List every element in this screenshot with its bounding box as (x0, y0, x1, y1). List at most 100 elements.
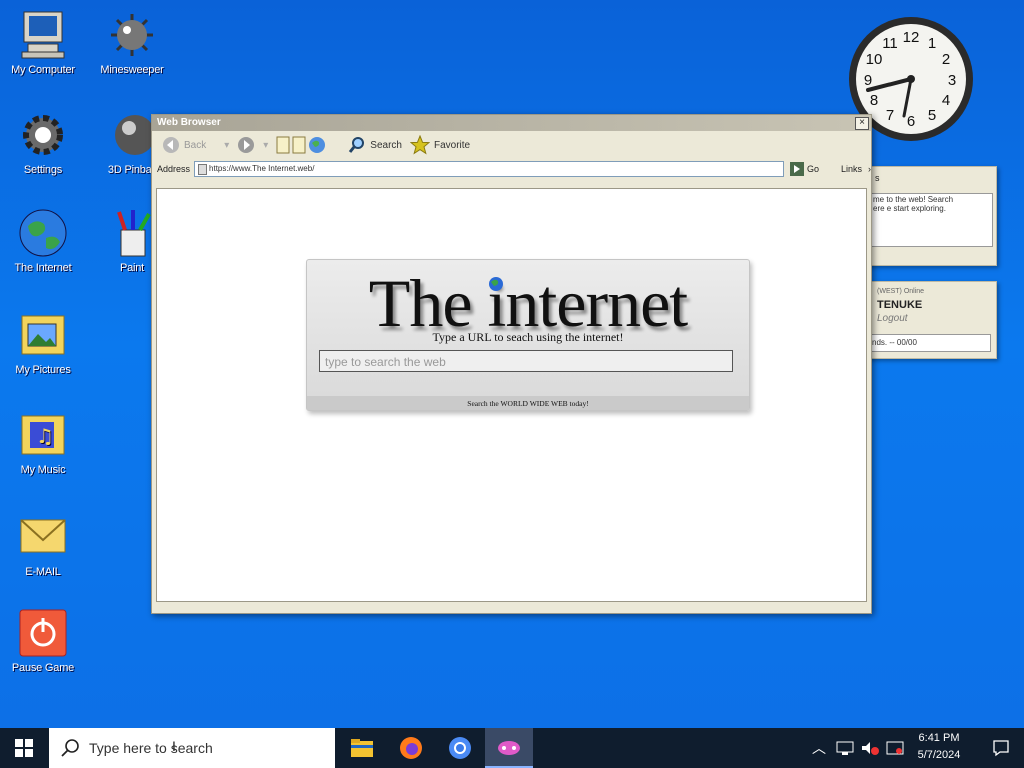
address-label: Address (157, 164, 191, 174)
folder-icon (351, 739, 373, 757)
search-button[interactable]: Search (348, 136, 402, 154)
start-button[interactable] (0, 728, 48, 768)
browser-title: Web Browser (157, 117, 221, 128)
chevron-up-icon[interactable]: ︿ (812, 738, 826, 758)
notification-icon (993, 740, 1009, 757)
search-icon (349, 137, 365, 153)
browser-window[interactable]: Web Browser × Back ▾ ▾ Search Favorite A… (151, 114, 872, 614)
file-explorer-app[interactable] (338, 728, 386, 768)
web-search-input[interactable]: type to search the web (319, 350, 733, 372)
account-widget[interactable]: (WEST) Online TENUKE Logout nds. -- 00/0… (864, 281, 997, 359)
browser-viewport[interactable]: The internet Type a URL to seach using t… (156, 188, 867, 602)
desktop-icon-label: Pause Game (11, 662, 75, 674)
back-label: Back (184, 139, 207, 151)
back-button[interactable]: Back ▾ (162, 136, 229, 154)
taskbar-search-placeholder: Type here to search (89, 740, 213, 756)
firefox-app[interactable] (387, 728, 435, 768)
account-status-small: (WEST) Online (877, 288, 925, 295)
copy-page-button[interactable] (292, 136, 306, 154)
page-button[interactable] (276, 136, 290, 154)
account-status-field: nds. -- 00/00 (871, 334, 991, 352)
globe-dot-icon (489, 277, 503, 291)
desktop-icon-label: The Internet (14, 262, 72, 274)
chevron-right-icon: › (868, 164, 871, 174)
chrome-icon (449, 737, 471, 759)
page-footer: Search the WORLD WIDE WEB today! (307, 396, 749, 410)
clock-number: 3 (948, 72, 956, 89)
forward-dropdown-icon: ▾ (263, 139, 269, 151)
gear-icon (18, 110, 68, 160)
address-value: https://www.The Internet.web/ (209, 164, 315, 173)
desktop-icon-label: 3D Pinball (107, 164, 157, 176)
close-button[interactable]: × (855, 117, 869, 130)
clock-number: 7 (886, 107, 894, 124)
notification-button[interactable] (978, 728, 1024, 768)
firefox-icon (400, 737, 422, 759)
game-controller-icon (498, 741, 520, 755)
desktop-icon-label: My Computer (11, 64, 75, 76)
globe-button[interactable] (308, 136, 326, 154)
search-label: Search (370, 139, 402, 151)
envelope-icon (18, 512, 68, 562)
desktop-icon-label: E-MAIL (25, 566, 61, 578)
clock-number: 12 (903, 29, 920, 46)
page-subtitle: Type a URL to seach using the internet! (432, 330, 624, 344)
desktop-icon-my-pictures[interactable]: My Pictures (0, 310, 88, 376)
clock-area[interactable]: 6:41 PM 5/7/2024 (905, 730, 973, 766)
desktop-icon-email[interactable]: E-MAIL (0, 512, 88, 578)
desktop-icon-label: My Music (20, 464, 66, 476)
notes-widget[interactable]: s me to the web! Search ere e start expl… (864, 166, 997, 266)
clock-number: 5 (928, 107, 936, 124)
page-copy-icon (292, 136, 306, 154)
clock-number: 2 (942, 51, 950, 68)
forward-button[interactable]: ▾ (237, 136, 268, 154)
taskbar-time: 6:41 PM (918, 732, 960, 744)
browser-toolbar: Back ▾ ▾ Search Favorite (152, 131, 871, 159)
windows-logo-icon (15, 739, 33, 757)
page-icon (276, 136, 290, 154)
desktop-icon-my-computer[interactable]: My Computer (0, 10, 88, 76)
taskbar: Type here to search ︿ 6:41 PM 5/7/2024 I (0, 728, 1024, 768)
clock-number: 9 (864, 72, 872, 89)
links-label: Links (840, 164, 862, 174)
mine-icon (107, 10, 157, 60)
globe-small-icon (309, 137, 326, 153)
go-button[interactable]: Go (789, 162, 819, 176)
desktop-icon-minesweeper[interactable]: Minesweeper (87, 10, 177, 76)
network-icon[interactable] (836, 740, 854, 756)
mouse-cursor-icon: I (172, 738, 176, 754)
desktop-icon-the-internet[interactable]: The Internet (0, 208, 88, 274)
svg-text:♫: ♫ (36, 424, 54, 448)
clock-number: 6 (907, 113, 915, 130)
clock-number: 11 (882, 35, 898, 52)
search-magnifier-icon (61, 739, 79, 757)
desktop-icon-pause-game[interactable]: Pause Game (0, 608, 88, 674)
clock-number: 1 (928, 35, 936, 52)
forward-arrow-icon (238, 137, 255, 153)
taskbar-search-box[interactable]: Type here to search (49, 728, 335, 768)
favorite-label: Favorite (433, 139, 471, 151)
logout-link[interactable]: Logout (877, 313, 908, 324)
paint-icon (107, 208, 157, 258)
address-bar: Address https://www.The Internet.web/ Go… (152, 159, 871, 179)
go-label: Go (806, 164, 819, 174)
desktop-icon-label: Paint (119, 262, 145, 274)
search-portal-card: The internet Type a URL to seach using t… (306, 259, 750, 411)
desktop-icon-my-music[interactable]: ♫ My Music (0, 410, 88, 476)
game-app[interactable] (485, 728, 533, 768)
chrome-app[interactable] (436, 728, 484, 768)
star-icon (409, 135, 430, 155)
volume-muted-icon[interactable] (860, 740, 880, 756)
page-small-icon (198, 164, 208, 175)
notes-widget-text[interactable]: me to the web! Search ere e start explor… (871, 193, 993, 247)
browser-titlebar[interactable]: Web Browser (152, 115, 871, 131)
keyboard-icon[interactable] (886, 740, 904, 756)
address-input[interactable]: https://www.The Internet.web/ (194, 161, 784, 177)
desktop-icon-label: My Pictures (15, 364, 71, 376)
favorite-button[interactable]: Favorite (409, 135, 471, 155)
clock-number: 8 (870, 92, 878, 109)
desktop-icon-settings[interactable]: Settings (0, 110, 88, 176)
clock-number: 10 (866, 51, 883, 68)
links-button[interactable]: Links › (841, 164, 871, 174)
power-icon (18, 608, 68, 658)
